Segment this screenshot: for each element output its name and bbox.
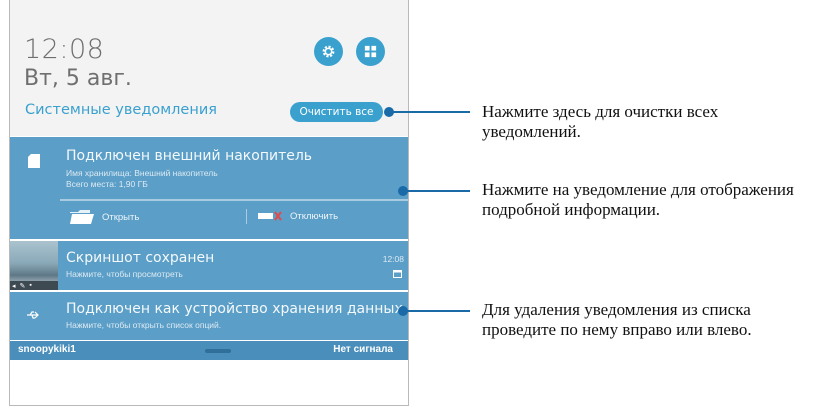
notification-title: Подключен внешний накопитель [66,148,313,164]
disconnect-action-button[interactable]: Отключить [258,210,338,222]
delete-icon: ▪ [29,282,32,289]
notification-line: Всего места: 1,90 ГБ [66,179,148,189]
sd-card-icon [28,154,40,168]
quick-settings-button[interactable] [356,37,385,66]
notification-screenshot[interactable]: ◂ ✎ ▪ Скриншот сохранен Нажмите, чтобы п… [10,241,408,290]
grid-icon [364,45,377,58]
clear-all-button[interactable]: Очистить все [290,102,383,122]
divider [60,199,408,201]
gear-icon [322,45,335,58]
notification-time: 12:08 [382,254,404,264]
share-icon: ◂ [12,282,16,290]
edit-icon: ✎ [19,282,26,290]
screenshot-thumbnail: ◂ ✎ ▪ [10,241,58,290]
notification-external-storage[interactable]: Подключен внешний накопитель Имя хранили… [10,137,408,239]
notification-subtitle: Нажмите, чтобы просмотреть [66,269,183,279]
image-icon [393,270,402,278]
status-bar: snoopykiki1 Нет сигнала [10,341,408,360]
callout-clear-all: Нажмите здесь для очистки всех уведомлен… [482,102,719,141]
settings-button[interactable] [314,37,343,66]
usb-icon [27,311,39,319]
system-notifications-title: Системные уведомления [25,102,217,118]
notification-shade: 12:08 Вт, 5 авг. Системные уведомления О… [9,0,409,406]
clock-date: Вт, 5 авг. [24,66,132,91]
notification-line: Имя хранилища: Внешний накопитель [66,168,218,178]
callout-line [404,310,470,312]
thumbnail-nav-bar: ◂ ✎ ▪ [10,281,58,290]
callout-swipe: Для удаления уведомления из списка прове… [482,300,752,339]
eject-icon [258,211,282,221]
callout-line [404,190,470,192]
notification-title: Скриншот сохранен [66,250,215,266]
drag-handle[interactable] [205,349,231,353]
notification-subtitle: Нажмите, чтобы открыть список опций. [66,320,222,330]
open-action-button[interactable]: Открыть [70,210,139,224]
folder-icon [70,210,94,224]
notification-title: Подключен как устройство хранения данных [66,301,403,317]
shade-header: 12:08 Вт, 5 авг. Системные уведомления О… [10,0,408,136]
divider [246,209,247,224]
notification-usb-storage[interactable]: Подключен как устройство хранения данных… [10,292,408,340]
operator-name: snoopykiki1 [18,344,76,355]
disconnect-action-label: Отключить [290,210,339,222]
callout-line [390,111,470,113]
open-action-label: Открыть [102,211,140,223]
callout-details: Нажмите на уведомление для отображения п… [482,180,794,219]
clock-time: 12:08 [24,34,105,65]
signal-status: Нет сигнала [333,344,393,355]
